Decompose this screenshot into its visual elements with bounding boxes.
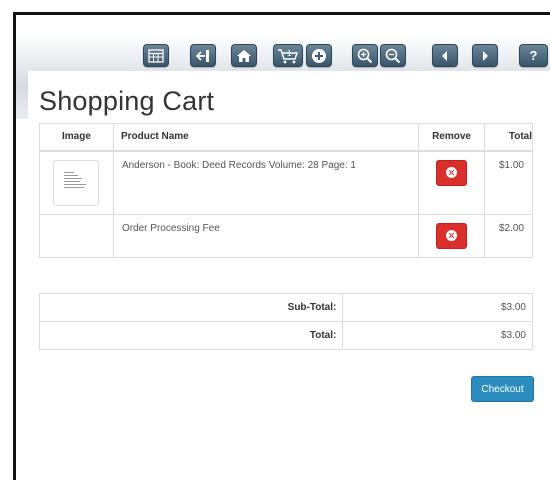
- remove-x-icon: [446, 230, 458, 241]
- checkout-button[interactable]: Checkout: [471, 376, 534, 402]
- page-title: Shopping Cart: [39, 86, 215, 116]
- app-frame: 1 ? Shopping Cart Image Product Name Rem…: [13, 12, 550, 480]
- cart-count-label: 1: [287, 49, 292, 58]
- product-name: Order Processing Fee: [112, 213, 420, 258]
- total-label: Total:: [38, 321, 344, 350]
- subtotal-row: Sub-Total: $3.00: [38, 293, 533, 322]
- product-image-cell: [39, 150, 114, 215]
- column-header-total: Total: [484, 123, 533, 152]
- cart-header-row: Image Product Name Remove Total: [39, 123, 533, 152]
- column-header-remove: Remove: [418, 123, 485, 152]
- line-total: $1.00: [484, 150, 533, 215]
- product-image-cell: [39, 213, 114, 258]
- remove-item-button[interactable]: [436, 222, 468, 249]
- total-row: Total: $3.00: [38, 321, 533, 350]
- table-row: Order Processing Fee $2.00: [39, 213, 533, 258]
- subtotal-value: $3.00: [342, 293, 533, 322]
- remove-cell: [418, 213, 485, 258]
- previous-page-icon[interactable]: [432, 44, 458, 67]
- zoom-in-icon[interactable]: [352, 44, 378, 67]
- cart-panel: Shopping Cart Image Product Name Remove …: [28, 71, 550, 480]
- exit-icon[interactable]: [190, 44, 216, 67]
- help-label: ?: [529, 48, 538, 63]
- product-name: Anderson - Book: Deed Records Volume: 28…: [112, 150, 420, 215]
- table-row: Anderson - Book: Deed Records Volume: 28…: [39, 150, 533, 215]
- next-page-icon[interactable]: [472, 44, 498, 67]
- help-icon[interactable]: ?: [519, 44, 548, 67]
- column-header-product: Product Name: [112, 123, 420, 152]
- total-value: $3.00: [342, 321, 533, 350]
- subtotal-label: Sub-Total:: [38, 293, 344, 322]
- spreadsheet-icon[interactable]: [143, 44, 169, 67]
- totals-table: Sub-Total: $3.00 Total: $3.00: [38, 293, 533, 350]
- cart-count-icon[interactable]: 1: [273, 44, 303, 67]
- product-thumbnail[interactable]: [53, 159, 100, 206]
- add-circle-icon[interactable]: [306, 44, 332, 67]
- cart-table: Image Product Name Remove Total Anderson…: [39, 123, 533, 258]
- line-total: $2.00: [484, 213, 533, 258]
- remove-cell: [418, 150, 485, 215]
- remove-x-icon: [446, 167, 458, 178]
- column-header-image: Image: [39, 123, 114, 152]
- zoom-out-icon[interactable]: [380, 44, 406, 67]
- home-icon[interactable]: [231, 44, 257, 67]
- remove-item-button[interactable]: [436, 159, 468, 186]
